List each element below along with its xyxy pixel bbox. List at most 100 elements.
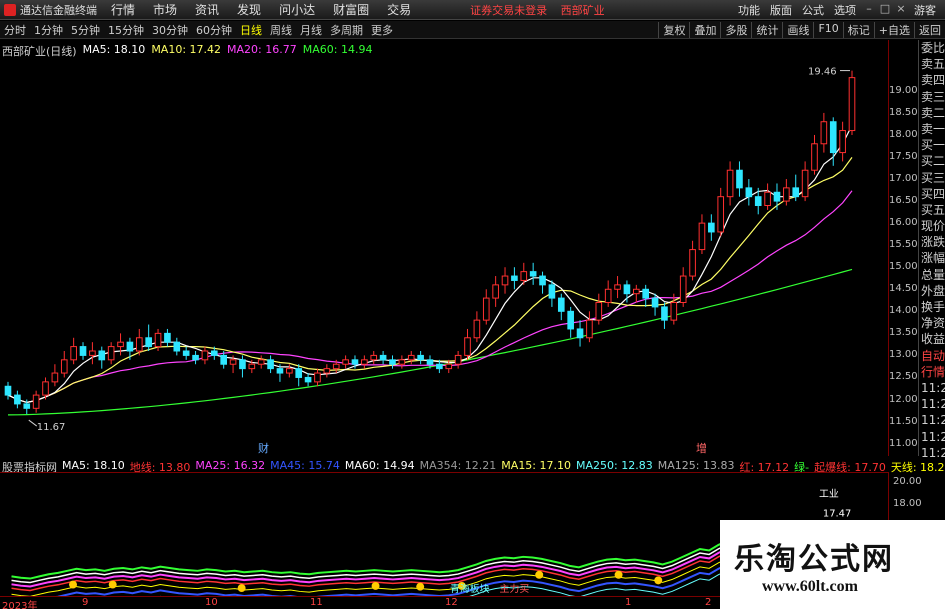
- side-panel-item[interactable]: 委比: [919, 40, 945, 56]
- candle: [107, 342, 115, 365]
- side-panel-item[interactable]: 卖四: [919, 72, 945, 88]
- indicator-label-gongye: 工业: [819, 488, 839, 500]
- menu-xuanxiang[interactable]: 选项: [829, 2, 861, 18]
- side-panel-item[interactable]: 11:29: [919, 396, 945, 412]
- period-15min[interactable]: 15分钟: [104, 22, 148, 38]
- maximize-icon[interactable]: □: [877, 2, 893, 18]
- side-panel-item[interactable]: 行情: [919, 364, 945, 380]
- app-window: 通达信金融终端 行情 市场 资讯 发现 问小达 财富圈 交易 证券交易未登录 西…: [0, 0, 945, 609]
- candlestick-chart[interactable]: 19.46 11.67 财 增: [0, 40, 888, 456]
- side-panel-item[interactable]: 11:29: [919, 429, 945, 445]
- date-tick: 10: [205, 597, 218, 608]
- candle: [342, 355, 349, 369]
- candle: [736, 161, 743, 197]
- side-panel-item[interactable]: 总量: [919, 267, 945, 283]
- marker-cai[interactable]: 财: [258, 441, 269, 455]
- candle: [689, 240, 696, 281]
- period-30min[interactable]: 30分钟: [148, 22, 192, 38]
- menu-wenxiaoda[interactable]: 问小达: [270, 1, 324, 18]
- candle: [473, 311, 481, 343]
- period-1min[interactable]: 1分钟: [30, 22, 67, 38]
- high-price-label: 19.46: [808, 67, 837, 78]
- candle: [126, 337, 134, 360]
- chart-title: 西部矿业(日线): [2, 45, 77, 58]
- candle: [60, 351, 68, 378]
- side-panel-item[interactable]: 卖一: [919, 121, 945, 137]
- period-fenshi[interactable]: 分时: [0, 22, 30, 38]
- biaoji-button[interactable]: 标记: [842, 21, 874, 38]
- candle: [632, 284, 640, 303]
- side-panel-item[interactable]: 卖五: [919, 56, 945, 72]
- candle: [576, 320, 584, 347]
- menu-gongshi[interactable]: 公式: [797, 2, 829, 18]
- date-tick: 9: [82, 597, 89, 608]
- period-60min[interactable]: 60分钟: [192, 22, 236, 38]
- period-daily[interactable]: 日线: [236, 22, 266, 38]
- candle: [145, 324, 152, 351]
- price-tick: 16.00: [889, 217, 918, 229]
- guest-button[interactable]: 游客: [909, 2, 941, 18]
- fuquan-button[interactable]: 复权: [658, 21, 689, 38]
- candle: [464, 328, 471, 360]
- menu-gongneng[interactable]: 功能: [733, 2, 765, 18]
- legend-ma20: MA20: 16.77: [227, 43, 297, 56]
- candle: [51, 364, 59, 387]
- candle: [567, 306, 574, 338]
- side-panel-item[interactable]: 外盘: [919, 283, 945, 299]
- period-5min[interactable]: 5分钟: [67, 22, 104, 38]
- period-multi[interactable]: 多周期: [326, 22, 367, 38]
- side-panel-item[interactable]: 买二: [919, 153, 945, 169]
- diejia-button[interactable]: 叠加: [689, 21, 720, 38]
- side-panel-item[interactable]: 买四: [919, 186, 945, 202]
- side-panel-item[interactable]: 买五: [919, 202, 945, 218]
- side-panel-item[interactable]: 涨幅: [919, 250, 945, 266]
- candle: [239, 355, 246, 378]
- candle: [501, 267, 509, 294]
- side-panel-item[interactable]: 11:29: [919, 380, 945, 396]
- minimize-icon[interactable]: –: [861, 2, 877, 18]
- candle: [417, 351, 424, 365]
- side-panel-item[interactable]: 换手: [919, 299, 945, 315]
- menu-faxian[interactable]: 发现: [228, 1, 270, 18]
- side-panel-item[interactable]: 卖三: [919, 89, 945, 105]
- candle: [98, 346, 106, 369]
- menu-shichang[interactable]: 市场: [144, 1, 186, 18]
- side-panel-item[interactable]: 净资: [919, 315, 945, 331]
- side-panel-item[interactable]: 11:29: [919, 412, 945, 428]
- period-monthly[interactable]: 月线: [296, 22, 326, 38]
- date-tick: 1: [625, 597, 632, 608]
- menu-zixun[interactable]: 资讯: [186, 1, 228, 18]
- candle: [192, 351, 199, 365]
- candle: [801, 161, 809, 202]
- side-panel-item[interactable]: 买三: [919, 170, 945, 186]
- candle: [792, 174, 800, 202]
- price-tick: 18.00: [889, 128, 918, 140]
- duogu-button[interactable]: 多股: [720, 21, 751, 38]
- menu-banmian[interactable]: 版面: [765, 2, 797, 18]
- period-more[interactable]: 更多: [367, 22, 397, 38]
- menu-jiaoyi[interactable]: 交易: [378, 1, 420, 18]
- side-panel-item[interactable]: 自动: [919, 348, 945, 364]
- side-panel-item[interactable]: 收益: [919, 331, 945, 347]
- indicator-label-value: 17.47: [823, 509, 851, 520]
- price-tick: 19.00: [889, 84, 918, 96]
- side-panel-item[interactable]: 涨跌: [919, 234, 945, 250]
- marker-zeng[interactable]: 增: [696, 441, 707, 455]
- menu-caifuquan[interactable]: 财富圈: [324, 1, 378, 18]
- side-panel-item[interactable]: 卖二: [919, 105, 945, 121]
- close-icon[interactable]: ×: [893, 2, 909, 18]
- candle: [811, 134, 818, 175]
- side-panel-item[interactable]: 买一: [919, 137, 945, 153]
- huaxian-button[interactable]: 画线: [782, 21, 813, 38]
- menu-hangqing[interactable]: 行情: [102, 1, 144, 18]
- fanhui-button[interactable]: 返回: [914, 21, 945, 38]
- period-weekly[interactable]: 周线: [266, 22, 296, 38]
- side-panel-item[interactable]: 现价: [919, 218, 945, 234]
- status-notice: 证券交易未登录 西部矿业: [470, 2, 615, 18]
- zixuan-button[interactable]: +自选: [873, 21, 914, 38]
- signal-dot: [614, 570, 623, 579]
- f10-button[interactable]: F10: [813, 21, 842, 38]
- tongji-button[interactable]: 统计: [751, 21, 782, 38]
- candle: [379, 351, 387, 365]
- price-tick: 16.50: [889, 195, 918, 207]
